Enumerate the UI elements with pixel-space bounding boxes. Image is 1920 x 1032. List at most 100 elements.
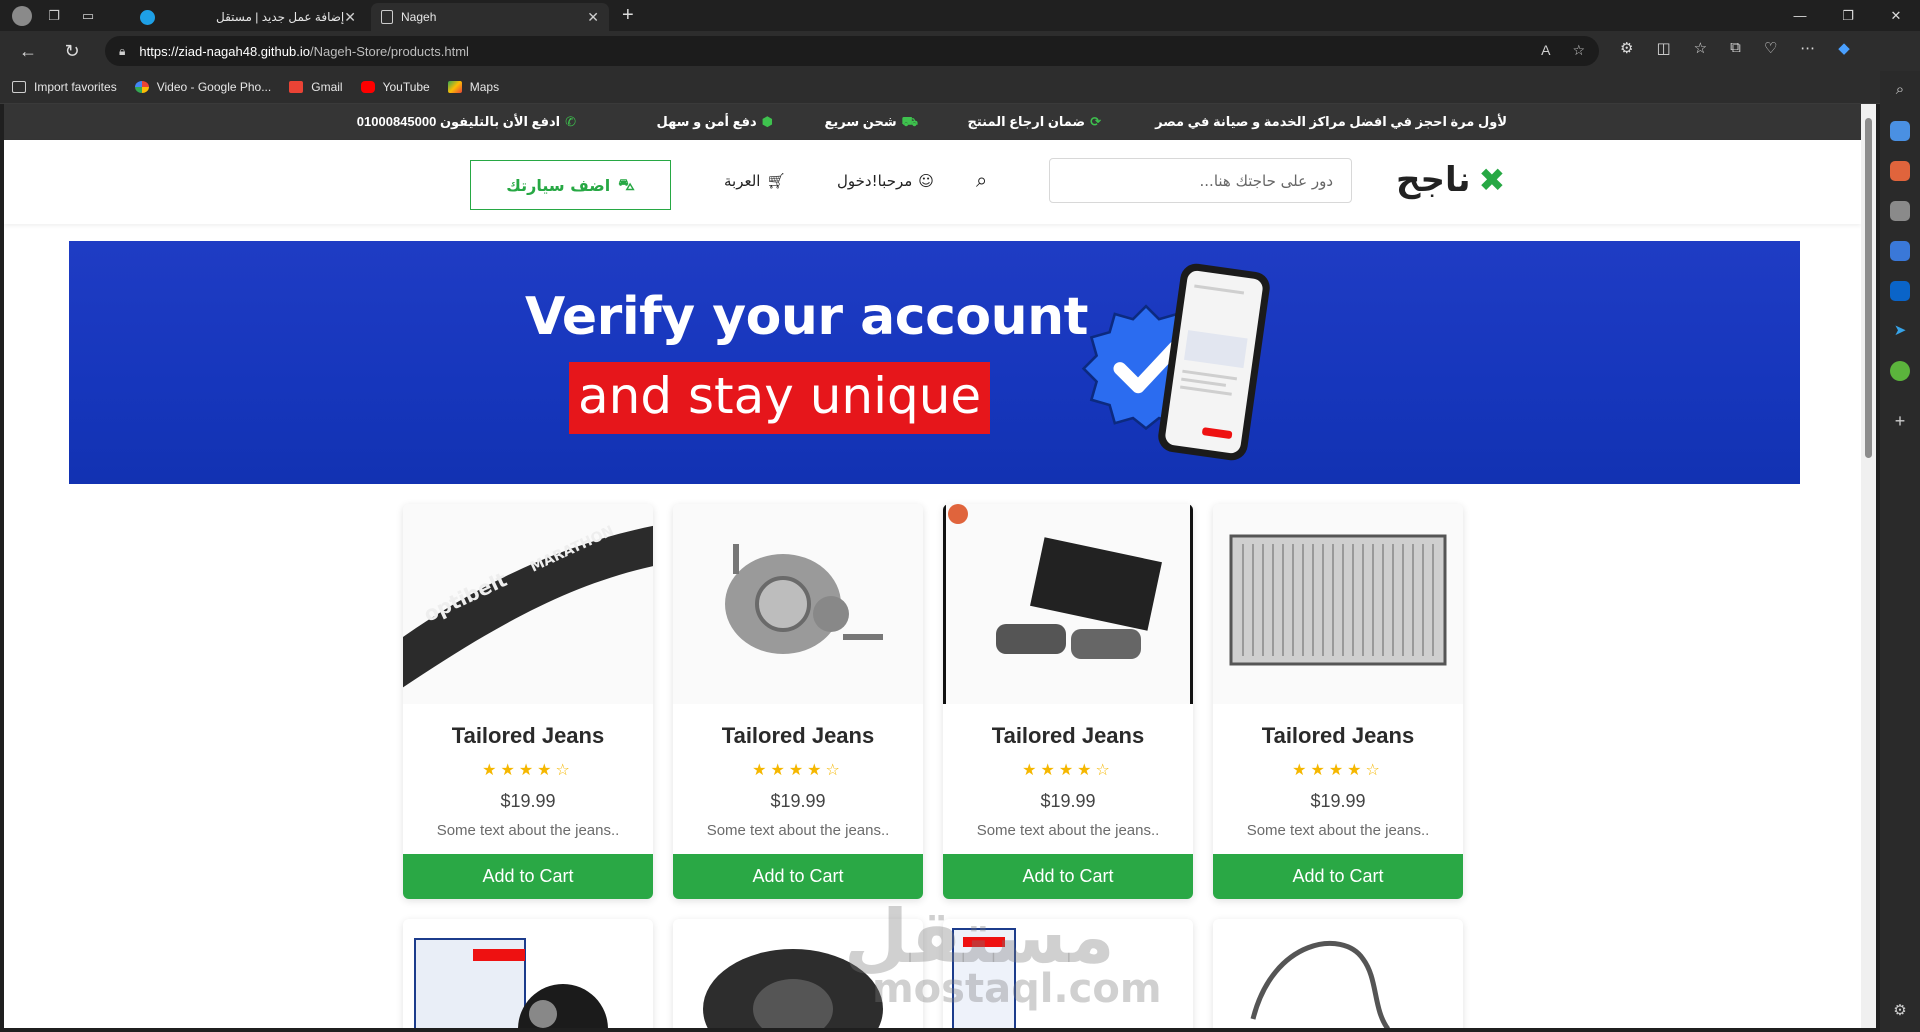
banner-subheadline: and stay unique	[569, 362, 991, 434]
split-screen-icon[interactable]: ◫	[1656, 39, 1670, 57]
product-description: Some text about the jeans..	[1246, 822, 1430, 839]
add-to-cart-button[interactable]: Add to Cart	[403, 854, 653, 899]
page-scrollbar[interactable]	[1861, 104, 1876, 1028]
toolbar-icons: ⚙ ◫ ☆ ⧉ ♡ ⋯ ◆	[1620, 39, 1850, 57]
cart-icon: 🛒︎	[766, 172, 786, 190]
product-title[interactable]: Tailored Jeans	[943, 723, 1193, 749]
product-card: Tailored Jeans ★★★★☆ $19.99 Some text ab…	[943, 504, 1193, 899]
favorite-maps[interactable]: Maps	[447, 80, 499, 94]
more-icon[interactable]: ⋯	[1800, 39, 1815, 57]
rating-stars: ★★★★☆	[482, 762, 574, 779]
favorite-gmail[interactable]: Gmail	[289, 80, 343, 94]
product-card: Tailored Jeans ★★★★☆ $19.99 Some text ab…	[673, 504, 923, 899]
tree-icon[interactable]	[1890, 361, 1910, 381]
new-tab-button[interactable]: +	[622, 4, 634, 27]
lock-icon[interactable]: 🔒︎	[119, 44, 125, 59]
extensions-icon[interactable]: ⚙	[1620, 39, 1633, 57]
product-card	[403, 919, 653, 1028]
scrollbar-thumb[interactable]	[1865, 118, 1872, 458]
close-icon[interactable]: ✕	[587, 9, 599, 26]
add-car-label: اضف سيارتك	[506, 175, 611, 195]
favorite-star-icon[interactable]: ☆	[1572, 42, 1585, 59]
product-title[interactable]: Tailored Jeans	[403, 723, 653, 749]
search-icon[interactable]: ⌕	[976, 170, 987, 193]
back-icon[interactable]: ←	[16, 39, 40, 63]
top-shipping: ⛟شحن سريع	[824, 114, 918, 129]
product-image[interactable]: optibelt MARATHON	[403, 504, 653, 704]
shopping-icon[interactable]	[1890, 121, 1910, 141]
product-description: Some text about the jeans..	[436, 822, 620, 839]
promo-banner[interactable]: Verify your account and stay unique	[69, 241, 1800, 484]
product-price: $19.99	[770, 791, 826, 811]
tab-title: Nageh	[401, 10, 437, 24]
product-description: Some text about the jeans..	[706, 822, 890, 839]
add-to-cart-button[interactable]: Add to Cart	[943, 854, 1193, 899]
logo-text: ناجح	[1396, 161, 1471, 199]
favorites-icon[interactable]: ☆	[1694, 39, 1707, 57]
product-title[interactable]: Tailored Jeans	[673, 723, 923, 749]
add-to-cart-button[interactable]: Add to Cart	[673, 854, 923, 899]
outlook-icon[interactable]	[1890, 281, 1910, 301]
search-input[interactable]	[1049, 158, 1352, 203]
product-description: Some text about the jeans..	[976, 822, 1160, 839]
top-payment: ⬢دفع أمن و سهل	[656, 114, 773, 129]
maps-icon	[447, 81, 462, 93]
product-card: Tailored Jeans ★★★★☆ $19.99 Some text ab…	[1213, 504, 1463, 899]
add-icon[interactable]: +	[1890, 411, 1910, 431]
read-aloud-icon[interactable]: A	[1541, 42, 1550, 59]
copilot-icon[interactable]: ◆	[1838, 39, 1850, 57]
product-image[interactable]	[673, 504, 923, 704]
cart-link[interactable]: 🛒︎ العربة	[724, 172, 786, 190]
send-icon[interactable]: ➤	[1890, 321, 1910, 341]
top-return: ⟳ضمان ارجاع المنتج	[967, 114, 1102, 129]
mostaql-favicon-icon	[140, 9, 155, 25]
settings-icon[interactable]: ⚙	[1890, 1001, 1910, 1021]
rating-stars: ★★★★☆	[752, 762, 844, 779]
close-window-icon[interactable]: ✕	[1872, 0, 1920, 31]
tools-icon[interactable]	[1890, 161, 1910, 181]
favorite-youtube[interactable]: YouTube	[360, 80, 430, 94]
tab-nageh[interactable]: Nageh ✕	[371, 3, 609, 31]
profile-avatar[interactable]	[12, 5, 32, 26]
login-link[interactable]: ☺ مرحبا!دخول	[837, 172, 934, 190]
add-to-cart-button[interactable]: Add to Cart	[1213, 854, 1463, 899]
top-offer-text: لأول مرة احجز في افضل مراكز الخدمة و صيا…	[1155, 114, 1507, 129]
car-icon: ⛍	[618, 174, 635, 194]
add-car-button[interactable]: ⛍ اضف سيارتك	[470, 160, 671, 210]
tab-mostaql[interactable]: إضافة عمل جديد | مستقل ✕	[130, 3, 366, 31]
top-phone: ✆ادفع الأن بالتليفون 01000845000	[356, 114, 576, 129]
refresh-icon: ⟳	[1090, 114, 1101, 129]
product-card: optibelt MARATHON Tailored Jeans ★★★★☆ $…	[403, 504, 653, 899]
phone-illustration	[1156, 261, 1272, 463]
address-toolbar: ← ↻ 🔒︎ https://ziad-nagah48.github.io/Na…	[0, 31, 1920, 71]
close-icon[interactable]: ✕	[344, 9, 356, 26]
refresh-icon[interactable]: ↻	[60, 39, 84, 63]
site-logo[interactable]: ✖ ناجح	[1396, 160, 1505, 200]
restore-icon[interactable]: ❐	[1824, 0, 1872, 31]
product-price: $19.99	[1040, 791, 1096, 811]
user-icon: ☺	[918, 172, 934, 190]
product-image[interactable]	[943, 504, 1193, 704]
page-viewport: لأول مرة احجز في افضل مراكز الخدمة و صيا…	[4, 104, 1861, 1028]
product-card	[1213, 919, 1463, 1028]
collections-icon[interactable]: ⧉	[1730, 39, 1741, 57]
favorite-google-photos[interactable]: Video - Google Pho...	[134, 80, 271, 94]
product-image[interactable]	[403, 919, 653, 1028]
rating-stars: ★★★★☆	[1292, 762, 1384, 779]
product-image[interactable]	[1213, 919, 1463, 1028]
search-icon[interactable]: ⌕	[1890, 81, 1910, 101]
minimize-icon[interactable]: —	[1776, 0, 1824, 31]
address-bar[interactable]: 🔒︎ https://ziad-nagah48.github.io/Nageh-…	[105, 36, 1599, 66]
shield-icon: ⬢	[761, 114, 773, 129]
login-label: مرحبا!دخول	[837, 172, 913, 190]
workspaces-icon[interactable]: ❐	[42, 4, 66, 28]
tab-actions-icon[interactable]: ▭	[76, 4, 100, 28]
browser-essentials-icon[interactable]: ♡	[1764, 39, 1777, 57]
favorite-import[interactable]: Import favorites	[12, 80, 117, 94]
product-price: $19.99	[500, 791, 556, 811]
watermark-domain: mostaql.com	[872, 966, 1162, 1012]
product-image[interactable]	[1213, 504, 1463, 704]
games-icon[interactable]	[1890, 201, 1910, 221]
product-title[interactable]: Tailored Jeans	[1213, 723, 1463, 749]
microsoft365-icon[interactable]	[1890, 241, 1910, 261]
